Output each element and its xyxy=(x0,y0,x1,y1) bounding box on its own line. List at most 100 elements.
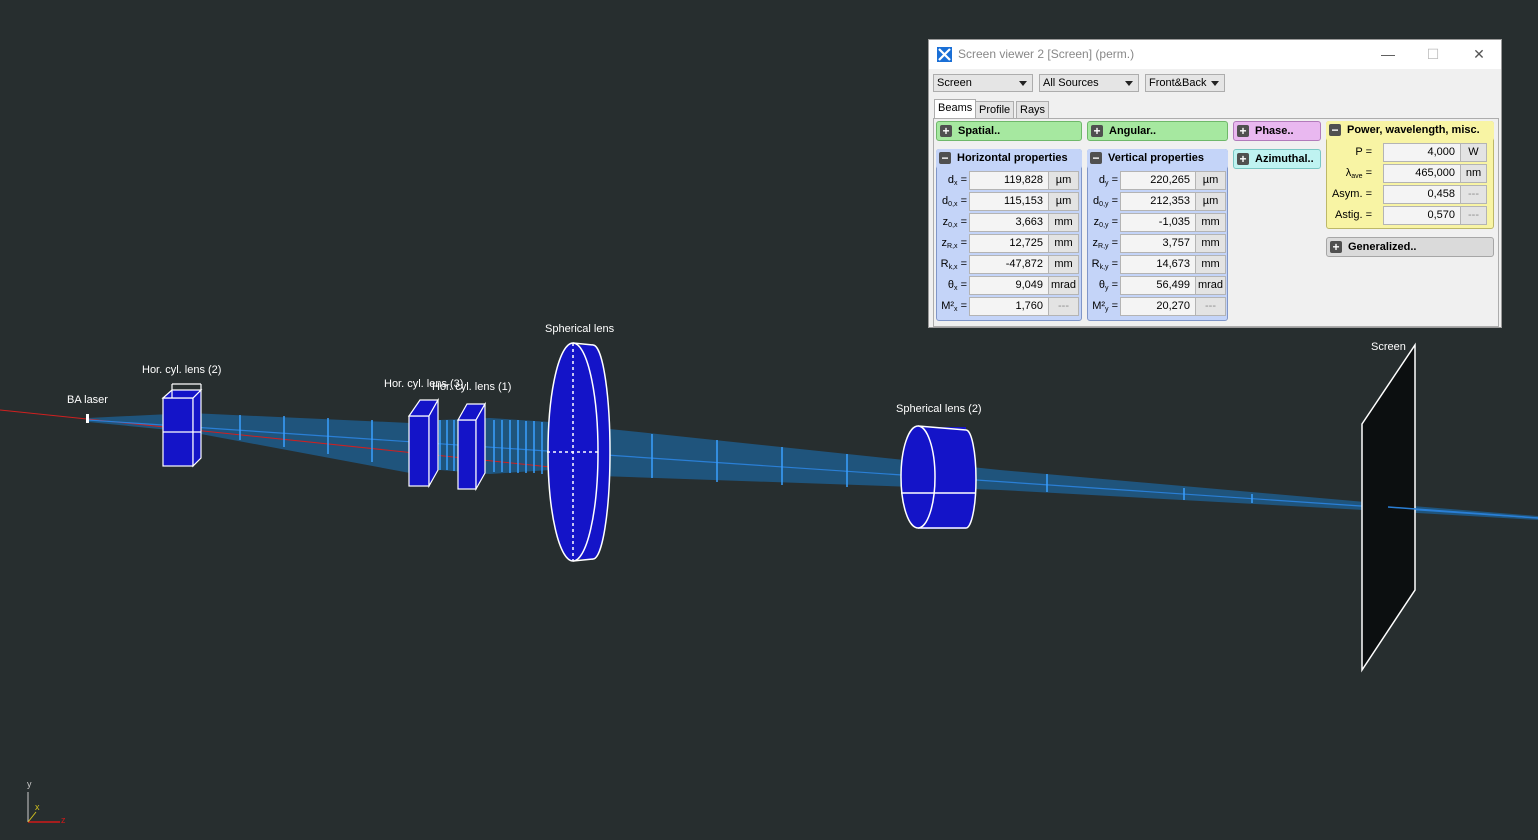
tab-beams[interactable]: Beams xyxy=(934,99,977,119)
generalized-expander[interactable]: + Generalized.. xyxy=(1326,237,1494,257)
horizontal-unit: µm xyxy=(1049,192,1079,211)
minus-icon: − xyxy=(1329,124,1341,136)
chevron-down-icon xyxy=(1019,81,1027,86)
minus-icon: − xyxy=(1090,152,1102,164)
equals-sign: = xyxy=(1108,279,1118,291)
vertical-value[interactable]: 220,265 xyxy=(1120,171,1196,190)
equals-sign: = xyxy=(957,258,967,270)
hor-cyl-lens-1[interactable] xyxy=(456,401,487,492)
tab-rays[interactable]: Rays xyxy=(1016,101,1050,118)
horizontal-unit: µm xyxy=(1049,171,1079,190)
param-symbol: R xyxy=(1091,258,1100,270)
close-button[interactable]: ✕ xyxy=(1464,44,1494,64)
vertical-value[interactable]: 3,757 xyxy=(1120,234,1196,253)
param-subscript: 0,x xyxy=(948,222,958,229)
power-value[interactable]: 0,570 xyxy=(1383,206,1461,225)
power-value[interactable]: 0,458 xyxy=(1383,185,1461,204)
vertical-row: M²y = 20,270 --- xyxy=(1088,296,1227,317)
hor-cyl-lens-2[interactable] xyxy=(161,383,203,468)
vertical-unit: µm xyxy=(1196,171,1226,190)
horizontal-value[interactable]: 3,663 xyxy=(969,213,1049,232)
tab-profile[interactable]: Profile xyxy=(975,101,1015,118)
vertical-param-name: M²y = xyxy=(1088,300,1118,313)
minimize-button[interactable]: — xyxy=(1373,44,1403,64)
angular-label: Angular.. xyxy=(1109,125,1157,137)
spatial-label: Spatial.. xyxy=(958,125,1001,137)
azimuthal-expander[interactable]: + Azimuthal.. xyxy=(1233,149,1321,169)
horizontal-properties-group: − Horizontal properties dx = 119,828 µm d0,x… xyxy=(936,149,1082,321)
power-collapse[interactable]: − Power, wavelength, misc. xyxy=(1326,121,1494,141)
equals-sign: = xyxy=(957,195,967,207)
spherical-lens[interactable] xyxy=(547,342,611,562)
label-ba-laser: BA laser xyxy=(67,394,108,406)
horizontal-unit: mm xyxy=(1049,234,1079,253)
power-value[interactable]: 465,000 xyxy=(1383,164,1461,183)
horizontal-value[interactable]: 119,828 xyxy=(969,171,1049,190)
horizontal-collapse[interactable]: − Horizontal properties xyxy=(936,149,1082,169)
param-subscript: 0,y xyxy=(1099,222,1109,229)
vertical-collapse[interactable]: − Vertical properties xyxy=(1087,149,1228,169)
equals-sign: = xyxy=(1108,237,1118,249)
horizontal-param-name: dx = xyxy=(937,174,967,187)
equals-sign: = xyxy=(1362,209,1372,221)
label-spherical-lens-2: Spherical lens (2) xyxy=(896,403,982,415)
phase-label: Phase.. xyxy=(1255,125,1294,137)
plus-icon: + xyxy=(1237,153,1249,165)
spherical-lens-2[interactable] xyxy=(900,425,977,529)
hor-cyl-lens-3[interactable] xyxy=(407,397,440,489)
plus-icon: + xyxy=(1330,241,1342,253)
horizontal-value[interactable]: 12,725 xyxy=(969,234,1049,253)
power-value[interactable]: 4,000 xyxy=(1383,143,1461,162)
window-title: Screen viewer 2 [Screen] (perm.) xyxy=(958,47,1135,61)
param-subscript: R,y xyxy=(1098,243,1109,250)
vertical-row: zR,y = 3,757 mm xyxy=(1088,233,1227,254)
vertical-param-name: zR,y = xyxy=(1088,237,1118,250)
vertical-param-name: θy = xyxy=(1088,279,1118,292)
vertical-value[interactable]: 20,270 xyxy=(1120,297,1196,316)
horizontal-row: z0,x = 3,663 mm xyxy=(937,212,1081,233)
phase-expander[interactable]: + Phase.. xyxy=(1233,121,1321,141)
vertical-value[interactable]: 14,673 xyxy=(1120,255,1196,274)
angular-expander[interactable]: + Angular.. xyxy=(1087,121,1228,141)
vertical-unit: µm xyxy=(1196,192,1226,211)
horizontal-value[interactable]: 9,049 xyxy=(969,276,1049,295)
screen-select[interactable]: Screen xyxy=(933,74,1033,92)
power-unit: nm xyxy=(1461,164,1487,183)
horizontal-value[interactable]: -47,872 xyxy=(969,255,1049,274)
screen-viewer-window[interactable]: Screen viewer 2 [Screen] (perm.) — ☐ ✕ S… xyxy=(928,39,1502,328)
vertical-value[interactable]: -1,035 xyxy=(1120,213,1196,232)
maximize-button[interactable]: ☐ xyxy=(1418,44,1448,64)
horizontal-unit: --- xyxy=(1049,297,1079,316)
power-param-name: λave = xyxy=(1327,167,1372,180)
equals-sign: = xyxy=(957,300,967,312)
power-group: − Power, wavelength, misc. P = 4,000 Wλave … xyxy=(1326,121,1494,229)
equals-sign: = xyxy=(1108,216,1118,228)
power-unit: W xyxy=(1461,143,1487,162)
param-symbol: Asym. xyxy=(1331,188,1363,200)
vertical-properties-group: − Vertical properties dy = 220,265 µm d0,y =… xyxy=(1087,149,1228,321)
beams-tab-pane: + Spatial.. + Angular.. + Phase.. + Azimutha… xyxy=(933,118,1499,327)
param-symbol: M² xyxy=(941,300,955,312)
horizontal-unit: mm xyxy=(1049,255,1079,274)
equals-sign: = xyxy=(1108,258,1118,270)
param-symbol: P xyxy=(1355,146,1363,158)
sides-select[interactable]: Front&Back xyxy=(1145,74,1225,92)
vertical-value[interactable]: 56,499 xyxy=(1120,276,1196,295)
power-row: Astig. = 0,570 --- xyxy=(1327,205,1493,226)
power-param-name: Astig. = xyxy=(1327,209,1372,221)
horizontal-value[interactable]: 1,760 xyxy=(969,297,1049,316)
label-screen: Screen xyxy=(1371,341,1406,353)
equals-sign: = xyxy=(1362,167,1372,179)
equals-sign: = xyxy=(957,237,967,249)
horizontal-value[interactable]: 115,153 xyxy=(969,192,1049,211)
window-titlebar[interactable]: Screen viewer 2 [Screen] (perm.) — ☐ ✕ xyxy=(929,40,1501,69)
vertical-row: z0,y = -1,035 mm xyxy=(1088,212,1227,233)
vertical-label: Vertical properties xyxy=(1108,152,1204,164)
ba-laser-source[interactable] xyxy=(86,414,89,423)
spatial-expander[interactable]: + Spatial.. xyxy=(936,121,1082,141)
horizontal-row: zR,x = 12,725 mm xyxy=(937,233,1081,254)
beam-envelope-1 xyxy=(88,413,410,473)
sources-select[interactable]: All Sources xyxy=(1039,74,1139,92)
equals-sign: = xyxy=(957,216,967,228)
vertical-value[interactable]: 212,353 xyxy=(1120,192,1196,211)
